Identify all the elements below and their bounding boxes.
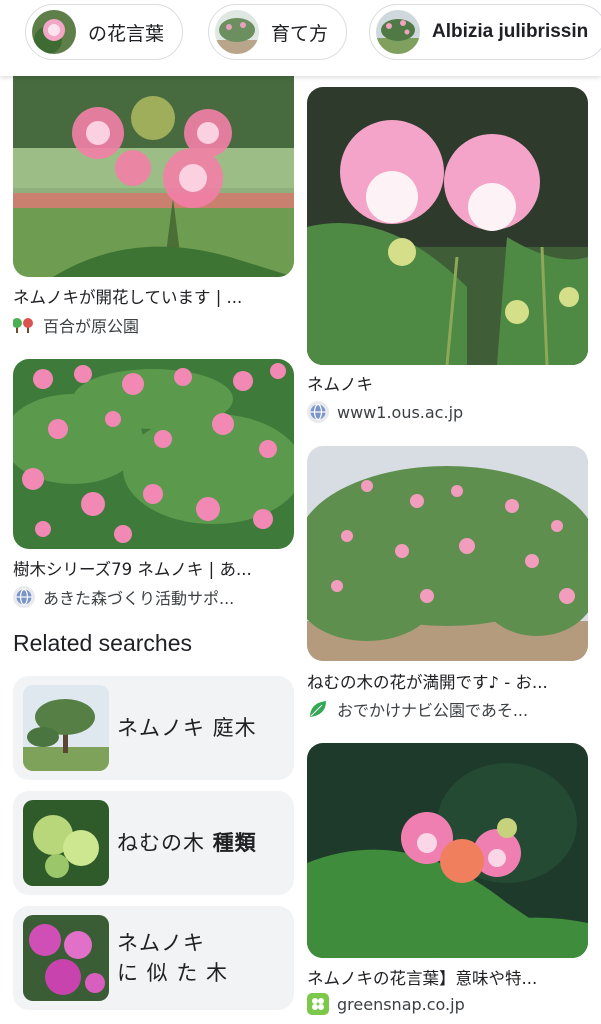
related-chips-bar[interactable]: の花言葉 育て方 Albizia julibrissin [0, 0, 601, 76]
result-source[interactable]: greensnap.co.jp [307, 993, 588, 1015]
leaf-favicon [307, 698, 329, 720]
tree-thumb [215, 10, 259, 54]
result-image[interactable] [13, 359, 294, 549]
source-name: あきた森づくり活動サポ... [43, 589, 235, 608]
related-search-text-line2: に 似 た 木 [117, 961, 229, 985]
image-search-results: の花言葉 育て方 Albizia julibrissin ネムノキが開花していま… [0, 0, 601, 1024]
result-source[interactable]: あきた森づくり活動サポ... [13, 585, 294, 609]
tree-field-thumb [376, 10, 420, 54]
related-search-bold: 種類 [212, 831, 257, 855]
chip-how-to-grow[interactable]: 育て方 [208, 4, 348, 60]
globe-favicon [307, 401, 329, 423]
related-search-label: ネムノキ 庭木 [117, 676, 257, 780]
source-name: www1.ous.ac.jp [337, 402, 464, 422]
result-image[interactable] [13, 58, 294, 277]
chip-albizia-julibrissin[interactable]: Albizia julibrissin [369, 4, 601, 60]
globe-favicon [13, 586, 35, 608]
related-search-item[interactable]: ねむの木 種類 [13, 791, 294, 895]
result-title[interactable]: 樹木シリーズ79 ネムノキ | あ... [13, 556, 294, 580]
park-favicon [13, 314, 35, 336]
result-title[interactable]: ネムノキが開花しています | ... [13, 284, 294, 308]
greensnap-favicon [307, 993, 329, 1015]
result-title[interactable]: ネムノキ [307, 371, 588, 395]
source-name: 百合が原公園 [43, 317, 140, 336]
related-search-item[interactable]: ネムノキ に 似 た 木 [13, 906, 294, 1010]
related-searches-heading: Related searches [13, 630, 192, 656]
related-search-item[interactable]: ネムノキ 庭木 [13, 676, 294, 780]
chip-label: 育て方 [271, 22, 329, 45]
result-title[interactable]: ネムノキの花言葉】意味や特... [307, 965, 588, 989]
mimosa-variety-thumb [23, 800, 109, 886]
result-source[interactable]: www1.ous.ac.jp [307, 401, 588, 423]
related-search-text: ネムノキ [117, 931, 205, 955]
result-source[interactable]: 百合が原公園 [13, 313, 294, 337]
source-name: おでかけナビ公園であそ... [337, 701, 529, 720]
related-search-text: ねむの木 [117, 831, 213, 855]
result-source[interactable]: おでかけナビ公園であそ... [307, 697, 588, 721]
source-name: greensnap.co.jp [337, 994, 465, 1014]
result-image[interactable] [307, 446, 588, 661]
chip-label: Albizia julibrissin [432, 21, 589, 42]
related-search-label: ネムノキ に 似 た 木 [117, 906, 228, 1010]
result-image[interactable] [307, 743, 588, 958]
garden-tree-thumb [23, 685, 109, 771]
result-image[interactable] [307, 87, 588, 365]
related-search-label: ねむの木 種類 [117, 791, 257, 895]
mimosa-flower-thumb [32, 10, 76, 54]
similar-tree-thumb [23, 915, 109, 1001]
result-title[interactable]: ねむの木の花が満開です♪ - お... [307, 669, 588, 693]
related-search-text: ネムノキ 庭木 [117, 716, 257, 740]
chip-label: の花言葉 [88, 22, 165, 45]
chip-flower-language[interactable]: の花言葉 [25, 4, 184, 60]
